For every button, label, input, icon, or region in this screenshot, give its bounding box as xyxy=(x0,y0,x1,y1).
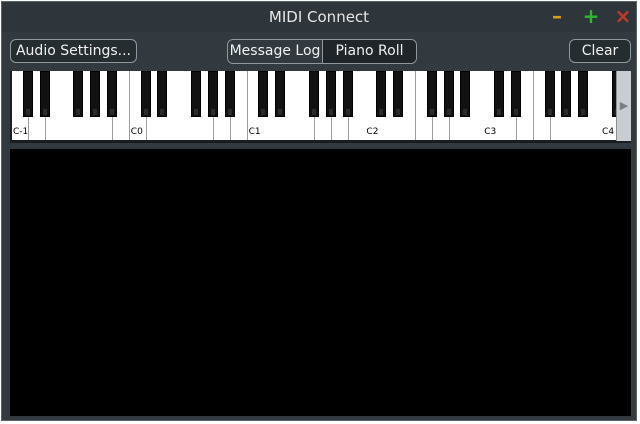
view-toggle: Message Log Piano Roll xyxy=(227,39,417,64)
black-key-csharp1[interactable] xyxy=(258,71,269,117)
piano-keyboard: C-1 C0 C1 C2 C3 C4 ▶ xyxy=(10,71,631,143)
minimize-button[interactable]: – xyxy=(547,5,567,27)
clear-button[interactable]: Clear xyxy=(569,39,631,63)
black-key-dsharp-1[interactable] xyxy=(39,71,50,117)
black-key-dsharp1[interactable] xyxy=(275,71,286,117)
audio-settings-button[interactable]: Audio Settings... xyxy=(10,39,137,63)
black-key-fsharp2[interactable] xyxy=(426,71,437,117)
close-button[interactable]: × xyxy=(613,5,633,27)
piano-roll-area[interactable] xyxy=(10,149,631,416)
piano-keys: C-1 C0 C1 C2 C3 C4 xyxy=(12,71,617,141)
scroll-right-icon[interactable]: ▶ xyxy=(616,71,631,141)
black-key-dsharp3[interactable] xyxy=(510,71,521,117)
black-key-asharp-1[interactable] xyxy=(106,71,117,117)
black-key-gsharp1[interactable] xyxy=(325,71,336,117)
black-key-dsharp2[interactable] xyxy=(393,71,404,117)
black-key-fsharp0[interactable] xyxy=(191,71,202,117)
black-key-csharp2[interactable] xyxy=(376,71,387,117)
black-key-fsharp-1[interactable] xyxy=(73,71,84,117)
black-key-csharp-1[interactable] xyxy=(22,71,33,117)
octave-label: C3 xyxy=(484,127,497,137)
tab-piano-roll[interactable]: Piano Roll xyxy=(323,40,416,63)
black-key-fsharp1[interactable] xyxy=(308,71,319,117)
maximize-button[interactable]: + xyxy=(581,5,601,27)
black-key-asharp0[interactable] xyxy=(224,71,235,117)
black-key-csharp0[interactable] xyxy=(140,71,151,117)
black-key-csharp3[interactable] xyxy=(494,71,505,117)
black-key-asharp3[interactable] xyxy=(578,71,589,117)
title-bar[interactable]: MIDI Connect – + × xyxy=(2,2,636,32)
black-key-gsharp2[interactable] xyxy=(443,71,454,117)
octave-label: C-1 xyxy=(13,127,29,137)
octave-label: C4 xyxy=(602,127,615,137)
black-key-asharp2[interactable] xyxy=(460,71,471,117)
octave-label: C0 xyxy=(130,127,143,137)
black-key-dsharp0[interactable] xyxy=(157,71,168,117)
black-key-asharp1[interactable] xyxy=(342,71,353,117)
octave-label: C1 xyxy=(248,127,261,137)
black-key-gsharp-1[interactable] xyxy=(90,71,101,117)
black-key-gsharp0[interactable] xyxy=(207,71,218,117)
octave-label: C2 xyxy=(366,127,379,137)
black-key-gsharp3[interactable] xyxy=(561,71,572,117)
black-key-fsharp3[interactable] xyxy=(544,71,555,117)
tab-message-log[interactable]: Message Log xyxy=(228,40,322,63)
app-window: MIDI Connect – + × Audio Settings... Mes… xyxy=(1,1,637,421)
window-title: MIDI Connect xyxy=(268,8,370,26)
